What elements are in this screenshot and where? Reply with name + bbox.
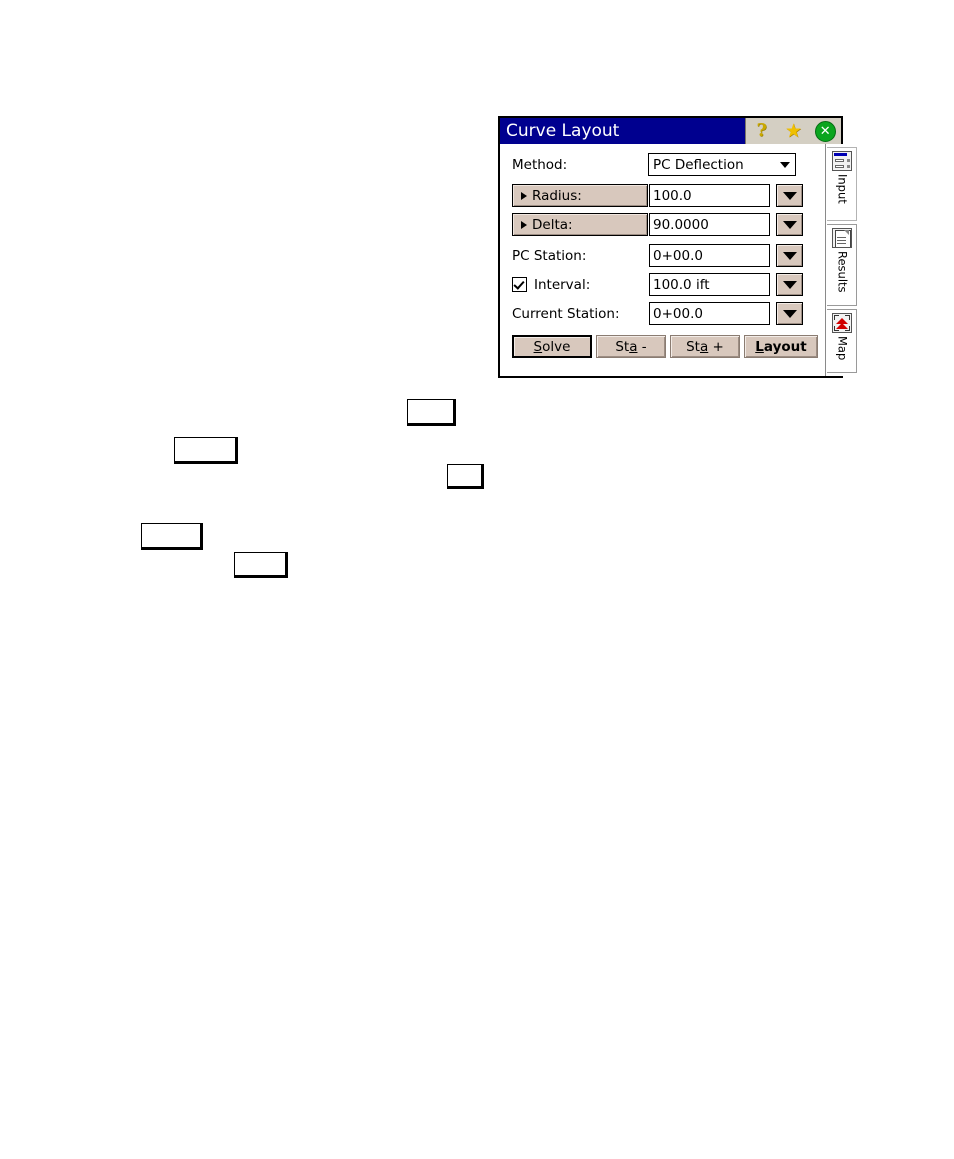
interval-row: Interval: 100.0 ift: [512, 272, 818, 297]
tab-input-label: Input: [835, 174, 850, 204]
pc-station-label: PC Station:: [512, 247, 587, 264]
help-icon[interactable]: ?: [750, 120, 774, 142]
chevron-down-icon: [782, 220, 797, 229]
delta-menu-button[interactable]: Delta:: [512, 213, 648, 236]
layout-button-label: Layout: [755, 338, 807, 355]
radius-row: Radius: 100.0: [512, 183, 818, 208]
delta-row: Delta: 90.0000: [512, 212, 818, 237]
tab-map-label: Map: [835, 336, 850, 361]
placeholder-box: [447, 464, 484, 489]
method-select[interactable]: PC Deflection: [648, 153, 796, 176]
document-icon: [831, 228, 852, 248]
placeholder-box: [141, 523, 203, 550]
chevron-down-icon: [782, 191, 797, 200]
delta-label: Delta:: [532, 216, 573, 233]
interval-checkbox-group[interactable]: Interval:: [512, 277, 648, 293]
delta-input[interactable]: 90.0000: [649, 213, 770, 236]
close-button[interactable]: ✕: [813, 120, 837, 142]
triangle-right-icon: [521, 220, 527, 229]
layout-button[interactable]: Layout: [744, 335, 818, 358]
form-icon: [831, 151, 852, 171]
current-station-dropdown-button[interactable]: [776, 302, 803, 325]
tab-input[interactable]: Input: [827, 147, 857, 221]
close-icon: ✕: [814, 120, 836, 142]
solve-button-label: Solve: [533, 338, 571, 355]
tab-results[interactable]: Results: [827, 224, 857, 306]
interval-label: Interval:: [534, 276, 591, 293]
chevron-down-icon: [782, 309, 797, 318]
interval-input[interactable]: 100.0 ift: [649, 273, 770, 296]
curve-layout-dialog: Curve Layout ? ★ ✕ Method: PC Deflection: [498, 116, 858, 378]
station-minus-button[interactable]: Sta -: [596, 335, 666, 358]
station-plus-button[interactable]: Sta +: [670, 335, 740, 358]
triangle-right-icon: [521, 191, 527, 200]
current-station-input[interactable]: 0+00.0: [649, 302, 770, 325]
radius-label: Radius:: [532, 187, 582, 204]
placeholder-box: [407, 399, 456, 426]
current-station-row: Current Station: 0+00.0: [512, 301, 818, 326]
radius-dropdown-button[interactable]: [776, 184, 803, 207]
radius-input[interactable]: 100.0: [649, 184, 770, 207]
chevron-down-icon: [782, 251, 797, 260]
chevron-down-icon: [780, 161, 790, 168]
chevron-down-icon: [782, 280, 797, 289]
placeholder-box: [234, 552, 288, 578]
favorites-star-glyph: ★: [784, 119, 802, 142]
favorites-star-icon[interactable]: ★: [781, 120, 805, 142]
tab-map[interactable]: Map: [827, 309, 857, 373]
help-icon-glyph: ?: [756, 120, 768, 141]
interval-checkbox[interactable]: [512, 277, 527, 292]
tab-results-label: Results: [835, 251, 850, 293]
titlebar-button-group: ? ★ ✕: [745, 118, 841, 144]
station-minus-button-label: Sta -: [615, 338, 647, 355]
delta-dropdown-button[interactable]: [776, 213, 803, 236]
input-form: Method: PC Deflection Radius: 100.0 Delt…: [500, 144, 825, 376]
dialog-tabstrip: Input Results Map: [825, 144, 858, 376]
method-label: Method:: [512, 156, 568, 173]
interval-dropdown-button[interactable]: [776, 273, 803, 296]
pc-station-input[interactable]: 0+00.0: [649, 244, 770, 267]
map-icon: [831, 313, 852, 333]
method-selected-value: PC Deflection: [653, 156, 744, 173]
placeholder-box: [174, 437, 238, 464]
station-plus-button-label: Sta +: [686, 338, 724, 355]
radius-menu-button[interactable]: Radius:: [512, 184, 648, 207]
method-row: Method: PC Deflection: [512, 152, 818, 177]
pc-station-dropdown-button[interactable]: [776, 244, 803, 267]
dialog-body: Method: PC Deflection Radius: 100.0 Delt…: [500, 144, 858, 376]
dialog-titlebar: Curve Layout ? ★ ✕: [500, 118, 841, 144]
pc-station-row: PC Station: 0+00.0: [512, 243, 818, 268]
current-station-label: Current Station:: [512, 305, 620, 322]
dialog-button-bar: Solve Sta - Sta + Layout: [512, 335, 818, 358]
solve-button[interactable]: Solve: [512, 335, 592, 358]
dialog-title: Curve Layout: [506, 121, 620, 141]
